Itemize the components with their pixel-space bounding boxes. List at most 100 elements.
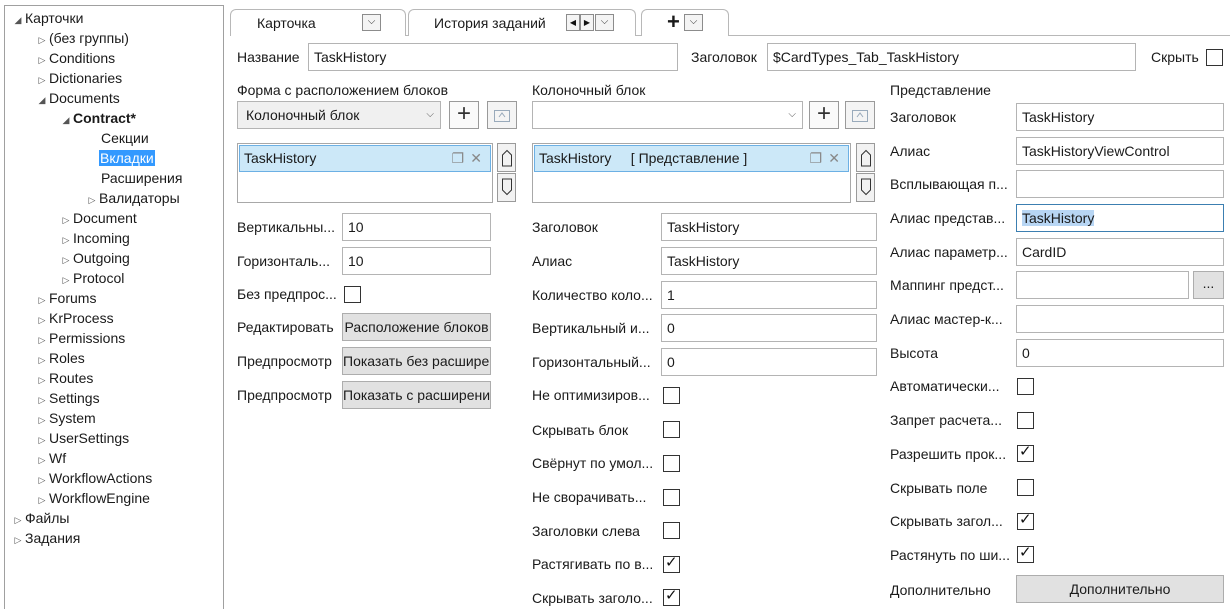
hide-title-checkbox[interactable]: ✓ xyxy=(663,587,680,606)
expand-arrow-icon[interactable]: ▷ xyxy=(59,270,73,290)
move-view-button[interactable] xyxy=(845,101,875,129)
hide-block-checkbox[interactable] xyxy=(663,421,680,438)
list-item[interactable]: TaskHistory [ Представление ] ❐ ✕ xyxy=(534,145,849,172)
blocks-list[interactable]: TaskHistory ❐ ✕ xyxy=(237,143,493,203)
tree-item-roles[interactable]: ▷ Roles xyxy=(35,348,85,368)
tree-item-settings[interactable]: ▷ Settings xyxy=(35,388,100,408)
close-icon[interactable]: ✕ xyxy=(828,146,840,171)
tree-item-workflowengine[interactable]: ▷ WorkflowEngine xyxy=(35,488,150,508)
nav-right-icon[interactable]: ▶ xyxy=(580,14,594,31)
expand-arrow-icon[interactable]: ▷ xyxy=(35,30,49,50)
move-up-button[interactable] xyxy=(856,143,875,172)
tree-item-tabs[interactable]: Вкладки xyxy=(99,148,155,168)
expand-arrow-icon[interactable]: ▷ xyxy=(35,470,49,490)
tab-task-history[interactable]: История заданий ◀ ▶ ⌵ xyxy=(408,9,636,36)
view-alias2-field[interactable]: TaskHistory xyxy=(1016,204,1224,232)
view-alias-field[interactable]: TaskHistoryViewControl xyxy=(1016,137,1224,165)
column-block-combo[interactable]: ⌵ xyxy=(532,101,803,129)
expand-arrow-icon[interactable]: ▷ xyxy=(35,370,49,390)
copy-icon[interactable]: ❐ xyxy=(809,146,822,171)
tree-item-extensions[interactable]: Расширения xyxy=(101,168,182,188)
title-field[interactable]: $CardTypes_Tab_TaskHistory xyxy=(767,43,1136,71)
extra-button[interactable]: Дополнительно xyxy=(1016,575,1224,603)
tree-item-root[interactable]: ◢ Карточки xyxy=(11,8,84,30)
view-mapping-field[interactable] xyxy=(1016,271,1189,299)
expand-arrow-icon[interactable]: ▷ xyxy=(35,70,49,90)
tab-add[interactable]: + ⌵ xyxy=(641,9,729,36)
vertical-interval-field[interactable]: 0 xyxy=(661,314,877,342)
expand-arrow-icon[interactable]: ▷ xyxy=(35,310,49,330)
expand-arrow-icon[interactable]: ▷ xyxy=(85,190,99,210)
column-count-field[interactable]: 1 xyxy=(661,281,877,309)
stretch-vertical-checkbox[interactable]: ✓ xyxy=(663,554,680,573)
horizontal-field[interactable]: 10 xyxy=(342,247,491,275)
move-block-button[interactable] xyxy=(487,101,517,129)
tree-item-document[interactable]: ▷ Document xyxy=(59,208,137,228)
height-field[interactable]: 0 xyxy=(1016,339,1224,367)
allow-scroll-checkbox[interactable]: ✓ xyxy=(1017,443,1034,462)
hide-field-checkbox[interactable] xyxy=(1017,479,1034,496)
expand-arrow-icon[interactable]: ▷ xyxy=(35,50,49,70)
collapsed-default-checkbox[interactable] xyxy=(663,455,680,472)
tree-item-tasks[interactable]: ▷ Задания xyxy=(11,528,81,550)
expand-arrow-icon[interactable]: ◢ xyxy=(59,110,73,130)
headers-left-checkbox[interactable] xyxy=(663,522,680,539)
tree-item-permissions[interactable]: ▷ Permissions xyxy=(35,328,126,350)
move-down-button[interactable] xyxy=(856,173,875,202)
chevron-down-icon[interactable]: ⌵ xyxy=(595,14,614,31)
tree-item-sections[interactable]: Секции xyxy=(101,128,149,148)
no-collapse-checkbox[interactable] xyxy=(663,489,680,506)
expand-arrow-icon[interactable]: ◢ xyxy=(11,10,25,30)
tree-item-wf[interactable]: ▷ Wf xyxy=(35,448,67,470)
blocks-layout-button[interactable]: Расположение блоков xyxy=(342,313,491,341)
expand-arrow-icon[interactable]: ▷ xyxy=(35,330,49,350)
hide-header-checkbox[interactable]: ✓ xyxy=(1017,511,1034,530)
expand-arrow-icon[interactable]: ▷ xyxy=(11,530,25,550)
tree-item-validators[interactable]: ▷ Валидаторы xyxy=(85,188,180,208)
tree-item-files[interactable]: ▷ Файлы xyxy=(11,508,70,530)
no-optimize-checkbox[interactable] xyxy=(663,387,680,404)
add-block-button[interactable]: + xyxy=(449,101,479,129)
preview-without-ext-button[interactable]: Показать без расширени xyxy=(342,347,491,375)
expand-arrow-icon[interactable]: ▷ xyxy=(35,350,49,370)
tree-item-no-group[interactable]: ▷ (без группы) xyxy=(35,28,129,48)
tree-item-protocol[interactable]: ▷ Protocol xyxy=(59,268,125,290)
copy-icon[interactable]: ❐ xyxy=(451,146,464,171)
controls-list[interactable]: TaskHistory [ Представление ] ❐ ✕ xyxy=(532,143,851,203)
auto-checkbox[interactable] xyxy=(1017,378,1034,395)
hide-checkbox[interactable] xyxy=(1206,49,1223,66)
tree-item-workflowactions[interactable]: ▷ WorkflowActions xyxy=(35,468,153,490)
plus-icon[interactable]: + xyxy=(667,9,680,35)
expand-arrow-icon[interactable]: ◢ xyxy=(35,90,49,110)
chevron-down-icon[interactable]: ⌵ xyxy=(684,14,703,31)
tree-item-forums[interactable]: ▷ Forums xyxy=(35,288,97,310)
view-title-field[interactable]: TaskHistory xyxy=(1016,103,1224,131)
expand-arrow-icon[interactable]: ▷ xyxy=(35,290,49,310)
expand-arrow-icon[interactable]: ▷ xyxy=(59,250,73,270)
expand-arrow-icon[interactable]: ▷ xyxy=(11,510,25,530)
horizontal-interval-field[interactable]: 0 xyxy=(661,348,877,376)
preview-with-ext-button[interactable]: Показать с расширениям xyxy=(342,381,491,409)
tooltip-field[interactable] xyxy=(1016,170,1224,198)
expand-arrow-icon[interactable]: ▷ xyxy=(35,450,49,470)
tree-item-dictionaries[interactable]: ▷ Dictionaries xyxy=(35,68,123,90)
no-preview-checkbox[interactable] xyxy=(344,286,361,303)
tree-item-krprocess[interactable]: ▷ KrProcess xyxy=(35,308,114,328)
list-item[interactable]: TaskHistory ❐ ✕ xyxy=(239,145,491,172)
vertical-field[interactable]: 10 xyxy=(342,213,491,241)
chevron-down-icon[interactable]: ⌵ xyxy=(362,14,381,31)
expand-arrow-icon[interactable]: ▷ xyxy=(35,390,49,410)
close-icon[interactable]: ✕ xyxy=(470,146,482,171)
expand-arrow-icon[interactable]: ▷ xyxy=(35,410,49,430)
mapping-browse-button[interactable]: ... xyxy=(1193,271,1224,299)
nav-left-icon[interactable]: ◀ xyxy=(566,14,580,31)
tree-item-conditions[interactable]: ▷ Conditions xyxy=(35,48,116,70)
tree-item-usersettings[interactable]: ▷ UserSettings xyxy=(35,428,130,450)
expand-arrow-icon[interactable]: ▷ xyxy=(59,210,73,230)
name-field[interactable]: TaskHistory xyxy=(308,43,678,71)
tree-item-outgoing[interactable]: ▷ Outgoing xyxy=(59,248,130,268)
add-view-button[interactable]: + xyxy=(809,101,839,129)
tree-item-incoming[interactable]: ▷ Incoming xyxy=(59,228,130,248)
expand-arrow-icon[interactable]: ▷ xyxy=(35,430,49,450)
tree-item-documents[interactable]: ◢ Documents xyxy=(35,88,120,108)
